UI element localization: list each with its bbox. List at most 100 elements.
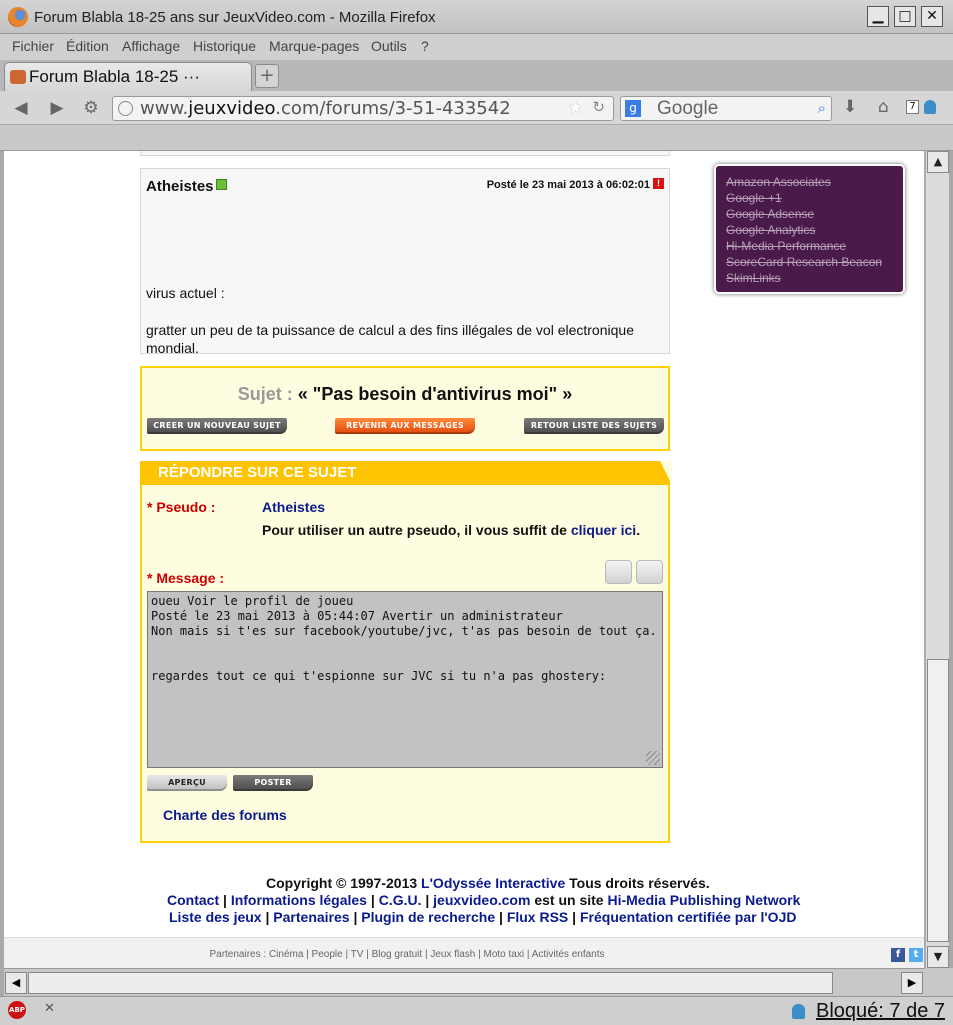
menu-help[interactable]: ?	[421, 38, 429, 54]
format-button[interactable]	[636, 560, 663, 584]
tracker-item[interactable]: Hi-Media Performance	[726, 238, 893, 254]
back-to-messages-button[interactable]: REVENIR AUX MESSAGES	[335, 418, 475, 434]
minimize-button[interactable]: ▁	[867, 6, 889, 27]
tracker-item[interactable]: Google Adsense	[726, 206, 893, 222]
tab-forum[interactable]: Forum Blabla 18-25 ···	[4, 62, 252, 91]
games-list-link[interactable]: Liste des jeux	[169, 909, 262, 925]
message-textarea[interactable]: oueu Voir le profil de joueu Posté le 23…	[147, 591, 663, 768]
footer-links-2: Liste des jeux | Partenaires | Plugin de…	[169, 909, 797, 925]
adblock-icon[interactable]: ABP	[8, 1001, 26, 1019]
post-date: Posté le 23 mai 2013 à 06:02:01	[486, 179, 650, 191]
new-topic-button[interactable]: CREER UN NOUVEAU SUJET	[147, 418, 287, 434]
counter-badge[interactable]: 7	[906, 100, 919, 114]
forum-rules-link[interactable]: Charte des forums	[163, 807, 287, 823]
twitter-icon[interactable]: t	[909, 948, 923, 962]
menu-affichage[interactable]: Affichage	[122, 38, 180, 54]
reload-icon[interactable]: ↻	[592, 98, 605, 116]
post-text-line: gratter un peu de ta puissance de calcul…	[146, 322, 634, 356]
google-icon[interactable]: g	[625, 100, 641, 117]
url-text: www.jeuxvideo.com/forums/3-51-433542	[140, 98, 511, 119]
horizontal-scrollbar[interactable]: ◀ ▶	[4, 968, 925, 996]
url-bar[interactable]: www.jeuxvideo.com/forums/3-51-433542 ★ ↻	[112, 96, 614, 121]
scroll-up-icon[interactable]: ▲	[927, 151, 949, 173]
page-content: Atheistes Posté le 23 mai 2013 à 06:02:0…	[4, 151, 924, 968]
menu-outils[interactable]: Outils	[371, 38, 407, 54]
maximize-button[interactable]: □	[894, 6, 916, 27]
scroll-right-icon[interactable]: ▶	[901, 972, 923, 994]
horizontal-scroll-thumb[interactable]	[28, 972, 833, 994]
status-bar: ABP ✕ Bloqué: 7 de 7	[0, 996, 953, 1025]
tracker-item[interactable]: Amazon Associates	[726, 174, 893, 190]
himedia-link[interactable]: Hi-Media Publishing Network	[607, 892, 800, 908]
tab-strip: Forum Blabla 18-25 ··· +	[0, 60, 953, 91]
window-titlebar: Forum Blabla 18-25 ans sur JeuxVideo.com…	[0, 0, 953, 34]
bookmark-star-icon[interactable]: ★	[568, 98, 583, 118]
odyssee-link[interactable]: L'Odyssée Interactive	[421, 875, 565, 891]
blocked-counter[interactable]: Bloqué: 7 de 7	[816, 1000, 945, 1023]
search-input[interactable]: Google	[657, 98, 718, 120]
plugin-link[interactable]: Plugin de recherche	[361, 909, 495, 925]
bookmarks-toolbar	[0, 125, 953, 151]
report-icon[interactable]: !	[653, 178, 664, 189]
partners-bar: Partenaires : Cinéma | People | TV | Blo…	[4, 937, 924, 968]
menu-marque-pages[interactable]: Marque-pages	[269, 38, 359, 54]
scrollbar-corner	[925, 968, 953, 996]
reply-title: RÉPONDRE SUR CE SUJET	[158, 464, 357, 481]
post-author[interactable]: Atheistes	[146, 178, 214, 195]
firefox-icon	[8, 7, 28, 27]
reply-form: RÉPONDRE SUR CE SUJET * Pseudo : Atheist…	[140, 461, 672, 843]
search-icon[interactable]: ⌕	[818, 99, 826, 117]
cgu-link[interactable]: C.G.U.	[379, 892, 422, 908]
forum-post: Atheistes Posté le 23 mai 2013 à 06:02:0…	[140, 168, 670, 356]
change-pseudo-link[interactable]: cliquer ici	[571, 522, 636, 538]
close-window-button[interactable]: ✕	[921, 6, 943, 27]
reply-header: RÉPONDRE SUR CE SUJET	[140, 461, 672, 485]
smiley-button[interactable]	[605, 560, 632, 584]
history-dropdown-icon[interactable]: ⚙	[80, 97, 102, 119]
tab-label: Forum Blabla 18-25 ···	[29, 67, 201, 86]
footer-links-1: Contact | Informations légales | C.G.U. …	[167, 892, 801, 908]
ghostery-popup: Amazon Associates Google +1 Google Adsen…	[714, 164, 905, 294]
header-notch	[660, 461, 672, 485]
scroll-left-icon[interactable]: ◀	[5, 972, 27, 994]
vertical-scroll-thumb[interactable]	[927, 659, 949, 942]
preview-button[interactable]: APERÇU	[147, 775, 227, 791]
site-identity-icon[interactable]	[118, 101, 133, 116]
post-button[interactable]: POSTER	[233, 775, 313, 791]
ghostery-icon[interactable]	[924, 100, 936, 114]
navigation-bar: ◀ ▶ ⚙ www.jeuxvideo.com/forums/3-51-4335…	[0, 91, 953, 125]
ojd-link[interactable]: Fréquentation certifiée par l'OJD	[580, 909, 797, 925]
topic-box: Sujet : « "Pas besoin d'antivirus moi" »…	[140, 366, 670, 451]
contact-link[interactable]: Contact	[167, 892, 219, 908]
tracker-item[interactable]: ScoreCard Research Beacon	[726, 254, 893, 270]
menu-edition[interactable]: Édition	[66, 38, 109, 54]
tracker-item[interactable]: SkimLinks	[726, 270, 893, 286]
resize-grip-icon[interactable]	[646, 751, 660, 765]
search-bar[interactable]: g Google ⌕	[620, 96, 832, 121]
profile-icon[interactable]	[216, 179, 227, 190]
download-icon[interactable]: ⬇	[843, 97, 857, 117]
menu-bar: Fichier Édition Affichage Historique Mar…	[0, 34, 953, 60]
tracker-item[interactable]: Google +1	[726, 190, 893, 206]
legal-link[interactable]: Informations légales	[231, 892, 367, 908]
scroll-down-icon[interactable]: ▼	[927, 946, 949, 968]
rss-link[interactable]: Flux RSS	[507, 909, 568, 925]
ghostery-status-icon[interactable]	[792, 1004, 805, 1019]
partners-link[interactable]: Partenaires	[273, 909, 349, 925]
close-addon-bar-icon[interactable]: ✕	[44, 1001, 55, 1016]
jeuxvideo-link[interactable]: jeuxvideo.com	[433, 892, 530, 908]
home-icon[interactable]: ⌂	[878, 97, 889, 117]
tracker-item[interactable]: Google Analytics	[726, 222, 893, 238]
back-arrow-icon[interactable]: ◀	[10, 97, 32, 119]
new-tab-button[interactable]: +	[255, 64, 279, 88]
menu-historique[interactable]: Historique	[193, 38, 256, 54]
partners-text[interactable]: Partenaires : Cinéma | People | TV | Blo…	[4, 949, 810, 960]
post-text-line: virus actuel :	[146, 285, 225, 301]
vertical-scrollbar[interactable]: ▲ ▼	[925, 151, 949, 968]
pseudo-value: Atheistes	[262, 499, 326, 515]
forward-arrow-icon[interactable]: ▶	[46, 97, 68, 119]
facebook-icon[interactable]: f	[891, 948, 905, 962]
topic-title: Sujet : « "Pas besoin d'antivirus moi" »	[237, 384, 573, 404]
menu-fichier[interactable]: Fichier	[12, 38, 54, 54]
topic-list-button[interactable]: RETOUR LISTE DES SUJETS	[524, 418, 664, 434]
